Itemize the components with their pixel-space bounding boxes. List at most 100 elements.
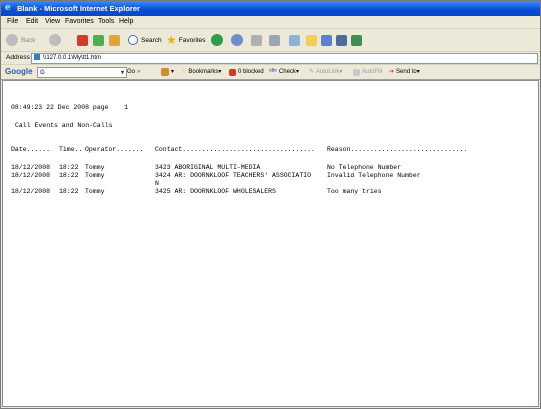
row-contact: 3423 ABORIGINAL MULTI-MEDIA xyxy=(155,164,261,171)
standard-toolbar: Back Search ★ Favorites xyxy=(1,29,540,52)
col-reason: Reason.............................. xyxy=(327,146,468,153)
back-arrow-icon xyxy=(6,34,18,46)
bookmarks-label: Bookmarks xyxy=(188,69,219,75)
page-icon xyxy=(34,54,40,61)
messenger-button[interactable] xyxy=(336,33,347,47)
row-contact: 3425 AR: DOORNKLOOF WHOLESALERS xyxy=(155,188,276,195)
forward-button[interactable] xyxy=(49,33,61,47)
row-contact-wrap: N xyxy=(155,180,159,187)
refresh-icon xyxy=(93,34,104,46)
favorites-label: Favorites xyxy=(178,36,206,44)
popup-blocker-icon xyxy=(229,68,236,76)
menu-bar: File Edit View Favorites Tools Help xyxy=(1,16,540,29)
google-options-icon xyxy=(161,68,169,76)
row-operator: Tommy xyxy=(85,172,105,179)
col-operator: Operator....... xyxy=(85,146,144,153)
col-time: Time.. xyxy=(59,146,83,153)
back-button[interactable]: Back xyxy=(6,33,35,47)
window-title: Blank - Microsoft Internet Explorer xyxy=(17,4,140,13)
stop-button[interactable] xyxy=(77,33,88,47)
send-to-button[interactable]: ➜ Send to ▾ xyxy=(389,67,420,77)
research-button[interactable] xyxy=(351,33,362,47)
print-icon xyxy=(269,34,280,46)
autolink-label: AutoLink xyxy=(316,69,340,75)
chevron-down-icon: ▾ xyxy=(218,69,222,75)
messenger-icon xyxy=(336,34,347,46)
menu-favorites[interactable]: Favorites xyxy=(65,17,94,27)
google-options-button[interactable]: ▾ xyxy=(161,67,174,77)
autofill-button[interactable]: AutoFill xyxy=(353,67,382,77)
menu-help[interactable]: Help xyxy=(119,17,133,27)
send-to-label: Send to xyxy=(396,69,417,75)
row-operator: Tommy xyxy=(85,164,105,171)
row-reason: Too many tries xyxy=(327,188,382,195)
google-search-value: G xyxy=(40,69,45,76)
check-label: Check xyxy=(278,69,296,75)
forward-arrow-icon xyxy=(49,34,61,46)
chevron-down-icon: ▾ xyxy=(171,69,175,75)
chevron-down-icon: ▾ xyxy=(339,69,343,75)
abc-check-icon: ᴬᴮᶜ xyxy=(269,69,277,75)
browser-window: e Blank - Microsoft Internet Explorer Fi… xyxy=(0,0,541,409)
autofill-label: AutoFill xyxy=(362,69,383,75)
print-button[interactable] xyxy=(269,33,280,47)
mail-icon xyxy=(251,34,262,46)
blocked-label: 0 blocked xyxy=(238,69,264,75)
menu-view[interactable]: View xyxy=(45,17,60,27)
chevron-down-icon: ▾ xyxy=(295,69,299,75)
autolink-button[interactable]: ✎ AutoLink ▾ xyxy=(309,67,342,77)
star-icon: ★ xyxy=(166,33,177,47)
row-time: 18:22 xyxy=(59,172,79,179)
row-reason: No Telephone Number xyxy=(327,164,402,171)
google-go-label: Go xyxy=(127,69,136,75)
search-icon xyxy=(128,35,138,45)
ie-logo-icon: e xyxy=(5,3,11,13)
mail-button[interactable] xyxy=(251,33,262,47)
report-title: Call Events and Non-Calls xyxy=(15,122,113,129)
page-content: 08:49:23 22 Dec 2008 page 1 Call Events … xyxy=(2,80,539,407)
folder-button[interactable] xyxy=(306,33,317,47)
row-reason: Invalid Telephone Number xyxy=(327,172,421,179)
col-contact: Contact.................................… xyxy=(155,146,315,153)
google-search-input[interactable]: G ▾ xyxy=(37,67,127,78)
research-icon xyxy=(351,34,362,46)
menu-edit[interactable]: Edit xyxy=(26,17,38,27)
google-toolbar: Google G ▾ Go» ▾ ☆ Bookmarks ▾ 0 blocked ᴬ… xyxy=(1,65,540,80)
row-time: 18:22 xyxy=(59,188,79,195)
row-date: 18/12/2008 xyxy=(11,188,51,195)
media-button[interactable] xyxy=(211,33,223,47)
google-go-button[interactable]: Go» xyxy=(127,67,140,77)
home-button[interactable] xyxy=(109,33,120,47)
send-arrow-icon: ➜ xyxy=(389,69,395,75)
address-label: Address xyxy=(6,54,30,61)
address-url: \\127.0.0.1\My\tt1.htm xyxy=(43,55,102,61)
title-bar: e Blank - Microsoft Internet Explorer xyxy=(1,1,540,16)
chevron-down-icon: ▾ xyxy=(416,69,420,75)
address-field[interactable]: \\127.0.0.1\My\tt1.htm xyxy=(31,53,538,64)
popup-blocked-button[interactable]: 0 blocked xyxy=(229,67,264,77)
row-contact: 3424 AR: DOORNKLOOF TEACHERS' ASSOCIATIO xyxy=(155,172,312,179)
row-date: 18/12/2008 xyxy=(11,164,51,171)
bookmark-star-icon: ☆ xyxy=(181,69,187,75)
go-arrow-icon: » xyxy=(137,69,141,75)
word-icon xyxy=(321,34,332,46)
back-label: Back xyxy=(21,36,36,44)
bookmarks-button[interactable]: ☆ Bookmarks ▾ xyxy=(181,67,221,77)
menu-file[interactable]: File xyxy=(7,17,18,27)
stop-icon xyxy=(77,34,88,46)
col-date: Date...... xyxy=(11,146,51,153)
favorites-button[interactable]: ★ Favorites xyxy=(166,33,206,47)
menu-tools[interactable]: Tools xyxy=(98,17,114,27)
edit-button[interactable] xyxy=(289,33,300,47)
row-operator: Tommy xyxy=(85,188,105,195)
word-button[interactable] xyxy=(321,33,332,47)
google-logo: Google xyxy=(5,67,33,76)
autofill-icon xyxy=(353,68,360,76)
refresh-button[interactable] xyxy=(93,33,104,47)
search-button[interactable]: Search xyxy=(128,33,162,47)
spellcheck-button[interactable]: ᴬᴮᶜ Check ▾ xyxy=(269,67,299,77)
history-button[interactable] xyxy=(231,33,243,47)
autolink-icon: ✎ xyxy=(309,69,315,75)
google-search-dropdown-icon: ▾ xyxy=(120,69,124,76)
home-icon xyxy=(109,34,120,46)
